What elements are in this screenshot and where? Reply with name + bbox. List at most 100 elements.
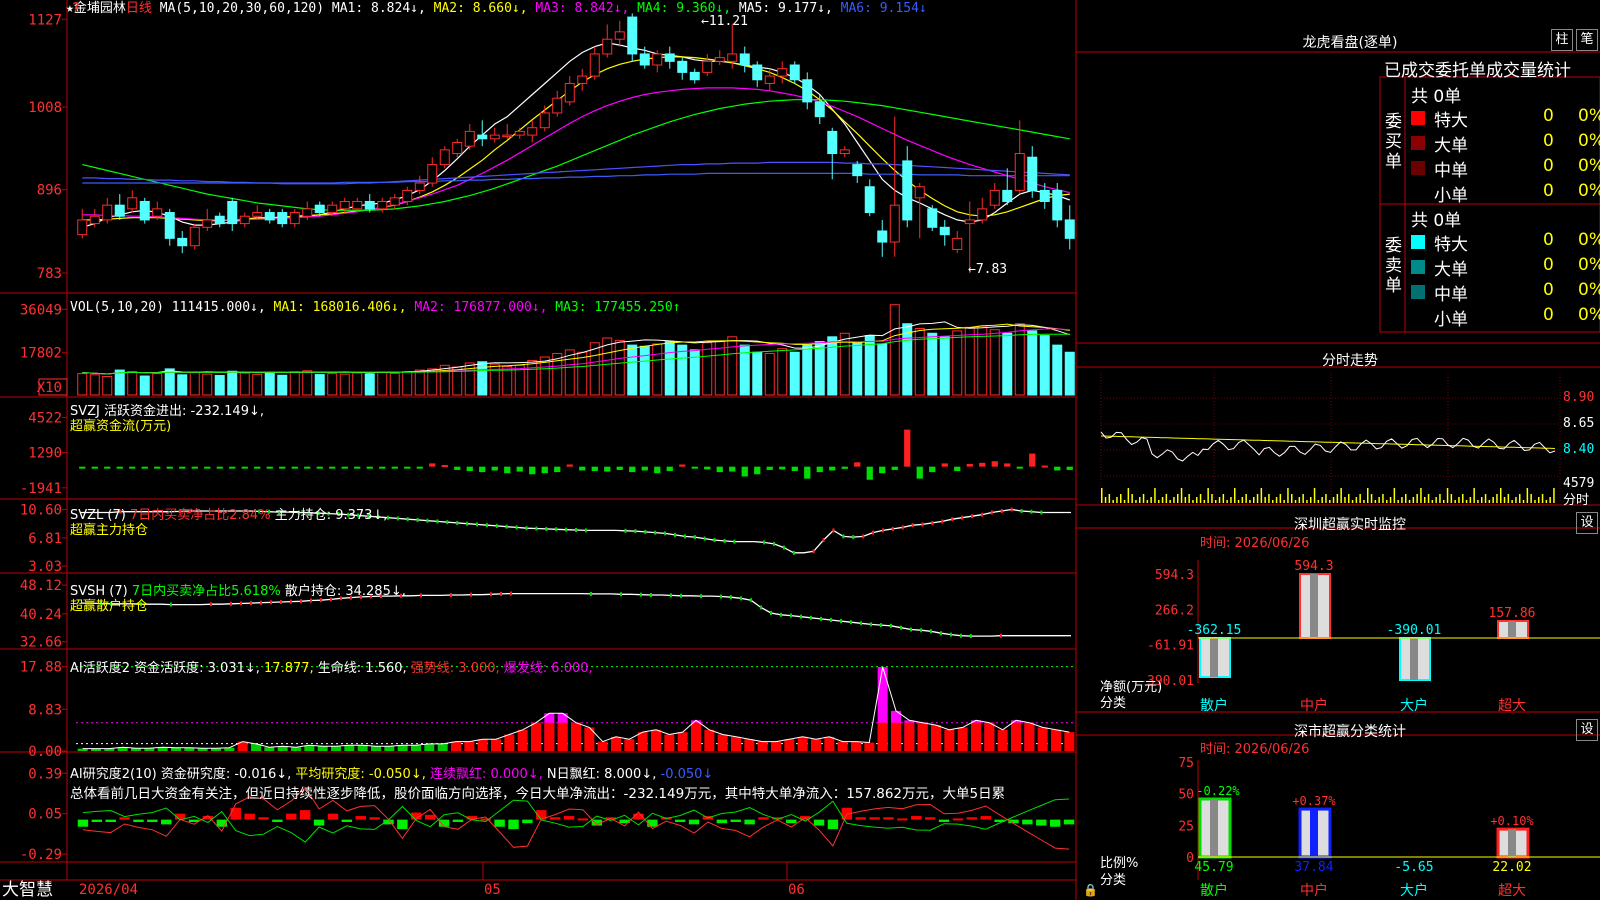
svzj-bar <box>216 466 223 469</box>
intraday-vol-bar <box>1541 494 1544 503</box>
sz-category-bar-shade-3 <box>1508 829 1516 857</box>
bar-mode-button[interactable]: 柱 <box>1551 29 1573 51</box>
intraday-vol-bar <box>1393 488 1396 503</box>
sz-monitor-time: 时间: 2026/06/26 <box>1200 536 1310 551</box>
sz-category-cat-2: 大户 <box>1400 882 1428 899</box>
svzj-bar <box>841 466 848 469</box>
sz-monitor-settings-button[interactable]: 设 <box>1576 512 1598 534</box>
candle <box>327 204 338 214</box>
activity-bar <box>451 741 461 751</box>
price-ytick-1: 1008 <box>28 100 62 116</box>
candle <box>377 200 388 210</box>
svzj-bar <box>579 466 586 471</box>
volume-bar <box>914 328 925 396</box>
svsh-subheader: 超赢散户持仓 <box>70 599 149 614</box>
intraday-vol-bar <box>1408 500 1411 503</box>
activity-bar <box>344 745 355 751</box>
candle <box>489 134 500 140</box>
x-label-2: 06 <box>788 882 805 898</box>
candle <box>627 16 638 55</box>
research-bar <box>313 819 325 826</box>
sz-monitor-cat-2: 大户 <box>1400 697 1428 714</box>
candle <box>214 215 225 225</box>
tick-mode-button[interactable]: 笔 <box>1576 29 1598 51</box>
candle <box>814 101 825 118</box>
candle <box>789 64 800 81</box>
intraday-vol-bar <box>1142 494 1145 503</box>
candle <box>514 130 525 136</box>
sell-rows-value: 0 <box>1543 255 1554 275</box>
sz-category-cat-3: 超大 <box>1498 883 1526 899</box>
sz-category-value-3: 22.02 <box>1492 860 1531 875</box>
sz-category-cat-1: 中户 <box>1300 882 1328 899</box>
research-bar <box>924 817 936 820</box>
candle <box>264 212 275 221</box>
intraday-vol-bar <box>1272 500 1274 503</box>
volume-bar <box>789 351 800 396</box>
volume-bar <box>339 373 350 396</box>
hdr-svzl-item-0: SVZL (7) <box>70 508 130 523</box>
lock-icon[interactable]: 🔒 <box>1083 882 1098 898</box>
hdr-svzj-item-0: SVZJ 活跃资金进出: -232.149↓, <box>70 404 265 419</box>
intraday-ytick-2: 8.40 <box>1563 442 1595 457</box>
activity-bar <box>1064 732 1075 751</box>
sell-rows-value: 0 <box>1543 280 1554 300</box>
intraday-vol-bar <box>1488 500 1491 503</box>
period-label[interactable]: 日线 <box>126 1 152 16</box>
volume-bar <box>327 373 338 396</box>
volume-bar <box>889 304 900 396</box>
candle <box>277 212 288 225</box>
intraday-vol-bar <box>1424 497 1426 503</box>
svzj-bar <box>554 466 561 473</box>
svzj-bar <box>454 466 461 470</box>
svzj-bar <box>291 466 298 469</box>
research-bar <box>688 819 700 825</box>
research-bar <box>1049 819 1061 827</box>
candle <box>189 226 200 247</box>
research-bar <box>952 818 964 821</box>
intraday-vol-bar <box>1481 497 1483 503</box>
sz-monitor-xlabel: 分类 <box>1100 696 1127 711</box>
volume-bar <box>614 339 625 396</box>
research-bar <box>813 819 825 826</box>
sz-monitor-value-3: 157.86 <box>1489 606 1536 621</box>
activity-bar <box>944 729 955 751</box>
price-ytick-3: 783 <box>37 266 62 282</box>
intraday-vol-bar <box>1234 488 1236 503</box>
hdr-res-item-2: 连续飘红: 0.000↓, <box>429 767 547 782</box>
candle <box>902 160 913 221</box>
intraday-vol-bar <box>1275 497 1278 503</box>
volume-bar <box>802 344 813 396</box>
sz-monitor-cat-1: 中户 <box>1300 697 1328 714</box>
price-ma-header-item-3: MA3: 8.842↓, <box>535 1 638 16</box>
volume-bar <box>964 326 975 396</box>
svzj-bar <box>704 466 711 470</box>
svzj-bar <box>691 466 698 469</box>
activity-bar <box>371 746 381 751</box>
candle <box>552 97 563 114</box>
legend-swatch <box>1411 235 1425 249</box>
candle <box>464 130 475 147</box>
research-bar <box>758 817 769 820</box>
intraday-vol-bar <box>1530 494 1532 503</box>
svzj-bar <box>816 466 823 473</box>
intraday-vol-unit: 分时 <box>1563 493 1590 508</box>
sell-rows-value: 0 <box>1543 305 1554 325</box>
sz-category-settings-button[interactable]: 设 <box>1576 719 1598 741</box>
activity-bar <box>864 742 875 751</box>
svzj-bar <box>416 466 423 469</box>
sz-monitor-ytick-2: -61.91 <box>1147 639 1194 654</box>
legend-swatch <box>1411 111 1425 125</box>
svzj-bar <box>154 466 161 469</box>
research-bar <box>549 817 561 820</box>
intraday-vol-bar <box>1469 497 1472 503</box>
research-bar <box>341 819 353 822</box>
candle <box>152 208 163 217</box>
activity-bar <box>517 729 528 751</box>
intraday-vol-bar <box>1431 500 1434 503</box>
svzl-ytick-0: 10.60 <box>20 502 62 518</box>
intraday-vol-bar <box>1336 494 1339 503</box>
activity-bar <box>317 746 328 751</box>
research-bar <box>647 819 658 827</box>
svzj-bar <box>304 466 311 469</box>
